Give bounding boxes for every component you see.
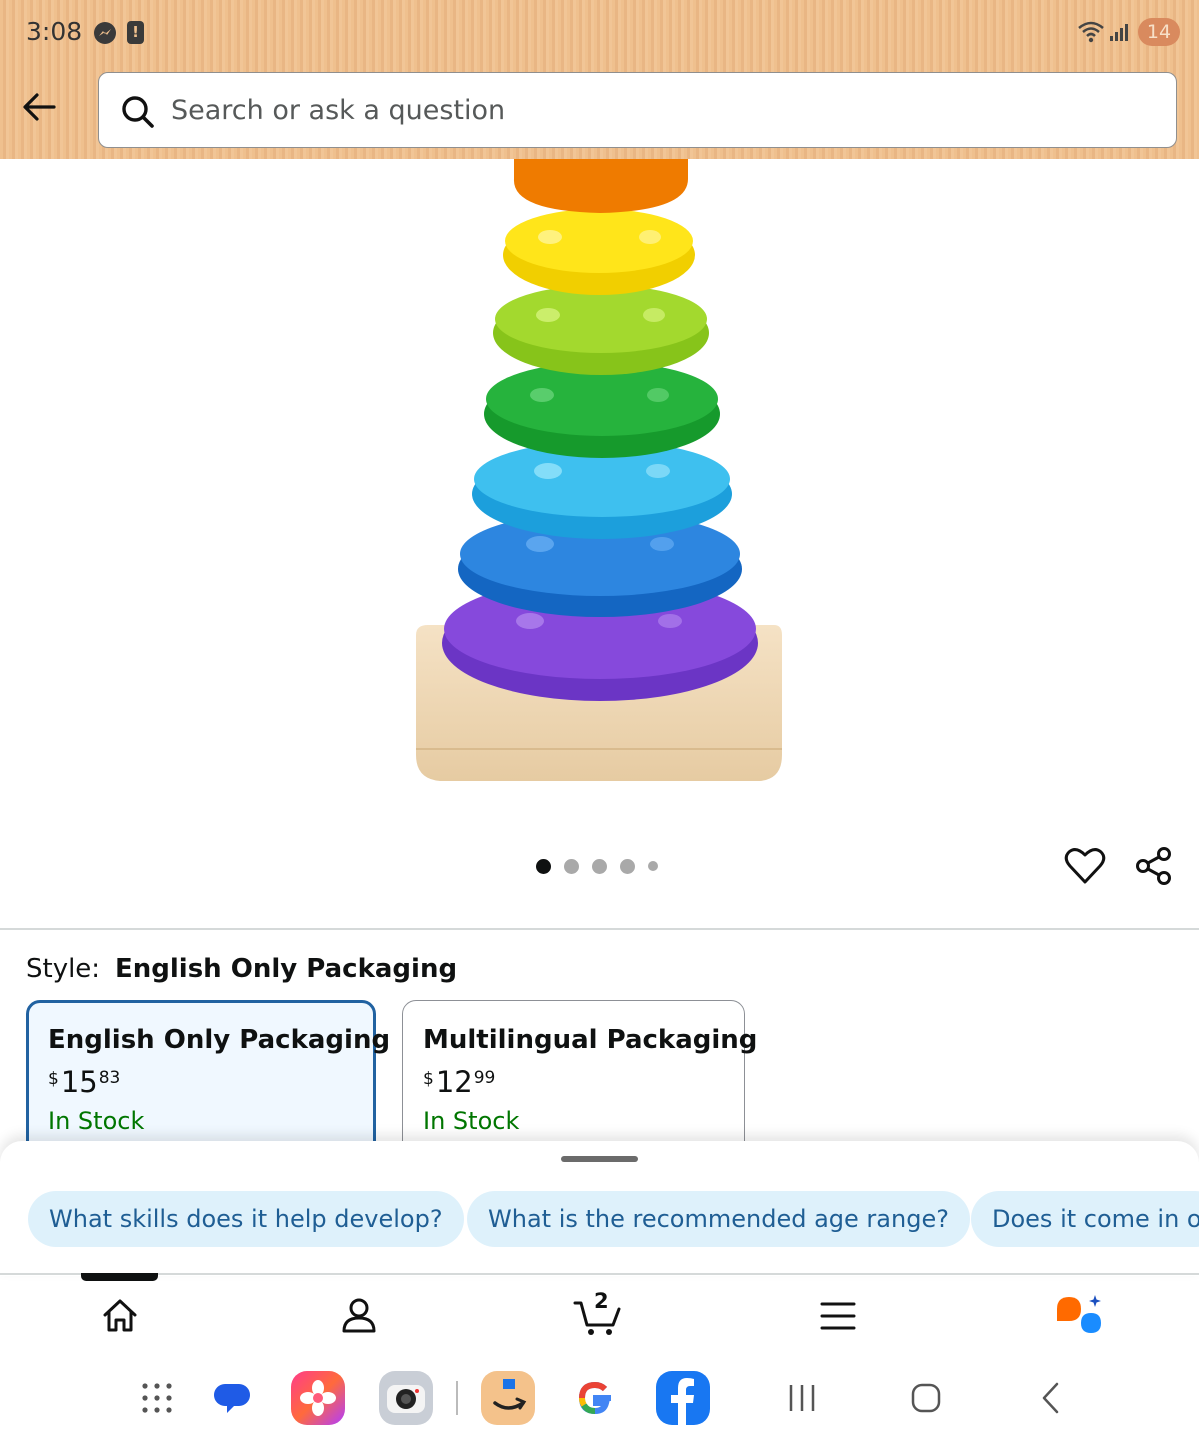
camera-app-icon[interactable] — [379, 1371, 433, 1425]
back-button-icon — [1042, 1382, 1059, 1414]
dock-separator — [456, 1381, 458, 1415]
amazon-app-icon[interactable] — [481, 1371, 535, 1425]
style-option-name: Multilingual Packaging — [423, 1025, 758, 1055]
wifi-icon — [1077, 20, 1105, 48]
arrow-left-icon — [23, 93, 56, 121]
style-label: Style: — [26, 954, 101, 984]
carousel-dot[interactable] — [536, 858, 551, 874]
price-currency: $ — [423, 1069, 434, 1089]
home-icon — [103, 1299, 137, 1332]
back-button[interactable] — [20, 88, 60, 128]
battery-indicator: 14 — [1138, 18, 1180, 46]
carousel-dot[interactable] — [564, 858, 579, 874]
style-option-multilingual[interactable]: Multilingual Packaging $ 12 99 In Stock — [402, 1000, 758, 1160]
alert-icon: ! — [127, 21, 144, 44]
home-button-icon — [911, 1383, 941, 1413]
search-icon[interactable] — [121, 95, 155, 133]
image-carousel-dots[interactable] — [536, 858, 658, 874]
gallery-app-icon[interactable] — [291, 1371, 345, 1425]
style-option-name: English Only Packaging — [48, 1025, 391, 1055]
nav-divider — [0, 1273, 1199, 1275]
account-icon — [342, 1298, 376, 1333]
availability-status: In Stock — [423, 1107, 520, 1135]
section-divider — [0, 928, 1199, 930]
suggestions-sheet: What skills does it help develop? What i… — [0, 1141, 1199, 1276]
product-image[interactable] — [400, 159, 800, 799]
price-fraction: 99 — [473, 1068, 496, 1088]
google-app-icon[interactable] — [568, 1371, 622, 1425]
system-back-button[interactable] — [1028, 1376, 1072, 1420]
menu-icon — [820, 1302, 856, 1330]
nav-account-button[interactable] — [334, 1291, 384, 1341]
heart-icon — [1064, 848, 1106, 884]
rufus-icon — [1057, 1295, 1101, 1333]
cart-count-badge: 2 — [594, 1289, 609, 1313]
nav-menu-button[interactable] — [813, 1291, 863, 1341]
stacking-rings-illustration — [416, 159, 782, 781]
availability-status: In Stock — [48, 1107, 145, 1135]
style-option-price: $ 15 83 — [48, 1065, 354, 1099]
style-selected-value: English Only Packaging — [115, 954, 458, 984]
facebook-app-icon[interactable] — [656, 1371, 710, 1425]
style-option-price: $ 12 99 — [423, 1065, 724, 1099]
carousel-dot[interactable] — [620, 858, 635, 874]
nav-active-indicator — [81, 1273, 158, 1281]
status-time: 3:08 — [26, 17, 83, 46]
recents-icon — [789, 1385, 815, 1411]
app-drawer-icon — [142, 1383, 172, 1413]
nav-home-button[interactable] — [95, 1291, 145, 1341]
recents-button[interactable] — [780, 1376, 824, 1420]
carousel-dot[interactable] — [648, 861, 658, 871]
search-input[interactable] — [171, 87, 1151, 133]
share-icon — [1136, 847, 1171, 885]
share-button[interactable] — [1134, 846, 1174, 886]
home-button[interactable] — [904, 1376, 948, 1420]
messages-app-icon[interactable] — [205, 1371, 259, 1425]
price-whole: 12 — [435, 1065, 473, 1099]
nav-rufus-button[interactable] — [1053, 1291, 1103, 1341]
suggestion-chip[interactable]: Does it come in o — [971, 1191, 1199, 1247]
app-header: 3:08 ! 14 — [0, 0, 1199, 159]
suggestion-chip[interactable]: What is the recommended age range? — [467, 1191, 970, 1247]
search-bar[interactable] — [98, 72, 1177, 148]
app-drawer-button[interactable] — [135, 1376, 179, 1420]
price-fraction: 83 — [98, 1068, 121, 1088]
add-to-wishlist-button[interactable] — [1064, 846, 1106, 886]
carousel-dot[interactable] — [592, 858, 607, 874]
price-currency: $ — [48, 1069, 59, 1089]
sheet-drag-handle[interactable] — [561, 1156, 638, 1162]
signal-icon — [1109, 22, 1131, 46]
style-option-english[interactable]: English Only Packaging $ 15 83 In Stock — [26, 1000, 391, 1160]
price-whole: 15 — [60, 1065, 98, 1099]
suggestion-chip[interactable]: What skills does it help develop? — [28, 1191, 464, 1247]
messenger-icon — [94, 22, 116, 44]
